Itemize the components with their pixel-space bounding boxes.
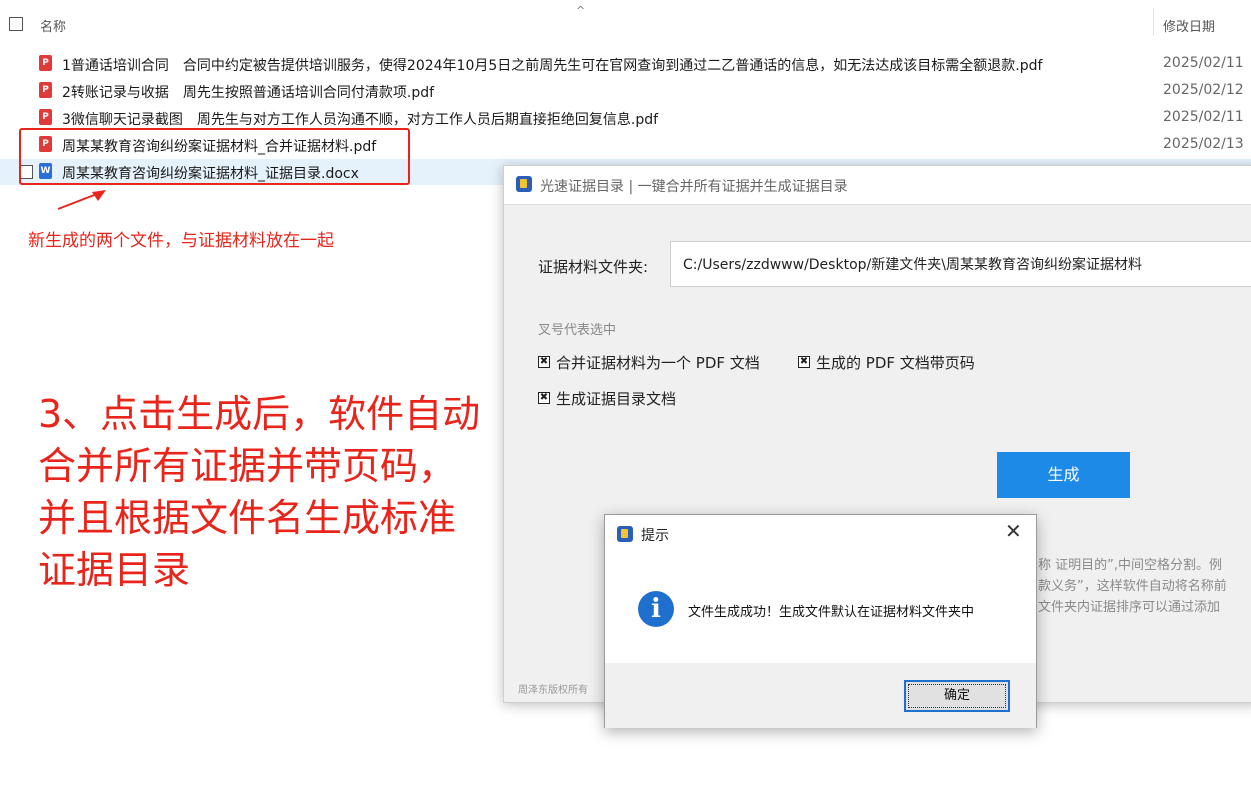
select-all-checkbox[interactable] [9, 17, 23, 31]
pdf-file-icon: P [39, 55, 52, 71]
info-icon: i [638, 591, 674, 627]
file-name: 周某某教育咨询纠纷案证据材料_证据目录.docx [62, 166, 359, 182]
checkbox-checked-icon[interactable]: ✖ [538, 355, 550, 368]
file-row[interactable]: P 1普通话培训合同 合同中约定被告提供培训服务，使得2024年10月5日之前周… [0, 51, 1251, 77]
column-header-date[interactable]: 修改日期 [1163, 16, 1215, 35]
dialog-title: 提示 [641, 528, 669, 544]
option-merge-pdf[interactable]: ✖ 合并证据材料为一个 PDF 文档 [538, 352, 760, 373]
annotation-line: 证据目录 [38, 548, 191, 592]
file-name: 3微信聊天记录截图 周先生与对方工作人员沟通不顺，对方工作人员后期直接拒绝回复信… [62, 112, 659, 128]
checkbox-checked-icon[interactable]: ✖ [798, 355, 810, 368]
app-logo-icon [516, 176, 532, 192]
file-row[interactable]: P 周某某教育咨询纠纷案证据材料_合并证据材料.pdf 2025/02/13 [0, 132, 1251, 158]
checkbox-checked-icon[interactable]: ✖ [538, 391, 550, 404]
hint-label: 叉号代表选中 [538, 323, 617, 338]
column-header-name[interactable]: 名称 [40, 16, 66, 35]
close-icon[interactable]: ✕ [1005, 521, 1022, 541]
instruction-text: 称 证明目的”,中间空格分割。例 [1038, 558, 1222, 573]
row-checkbox[interactable] [19, 165, 33, 179]
generate-button[interactable]: 生成 [997, 452, 1130, 498]
option-evidence-index[interactable]: ✖ 生成证据目录文档 [538, 388, 676, 409]
instruction-text: 款义务”，这样软件自动将名称前 [1038, 579, 1227, 594]
pdf-file-icon: P [39, 82, 52, 98]
file-row[interactable]: P 2转账记录与收据 周先生按照普通话培训合同付清款项.pdf 2025/02/… [0, 78, 1251, 104]
app-titlebar[interactable]: 光速证据目录 | 一键合并所有证据并生成证据目录 [504, 166, 1251, 205]
annotation-line: 3、点击生成后，软件自动 [38, 392, 481, 436]
annotation-small: 新生成的两个文件，与证据材料放在一起 [28, 231, 334, 251]
column-divider[interactable] [1153, 8, 1154, 36]
pdf-file-icon: P [39, 109, 52, 125]
file-date: 2025/02/11 [1163, 109, 1244, 125]
file-date: 2025/02/13 [1163, 136, 1244, 152]
option-label: 生成的 PDF 文档带页码 [816, 354, 975, 372]
file-name: 2转账记录与收据 周先生按照普通话培训合同付清款项.pdf [62, 85, 435, 101]
file-date: 2025/02/12 [1163, 82, 1244, 98]
word-file-icon: W [39, 163, 52, 179]
option-label: 合并证据材料为一个 PDF 文档 [556, 354, 760, 372]
file-name: 周某某教育咨询纠纷案证据材料_合并证据材料.pdf [62, 139, 377, 155]
instruction-text: 文件夹内证据排序可以通过添加 [1038, 600, 1221, 615]
success-dialog: 提示 ✕ i 文件生成成功！生成文件默认在证据材料文件夹中 确定 [604, 514, 1037, 728]
file-row[interactable]: P 3微信聊天记录截图 周先生与对方工作人员沟通不顺，对方工作人员后期直接拒绝回… [0, 105, 1251, 131]
folder-path-input[interactable] [670, 241, 1251, 287]
app-logo-icon [617, 526, 633, 542]
option-label: 生成证据目录文档 [556, 390, 677, 408]
pdf-file-icon: P [39, 136, 52, 152]
annotation-line: 合并所有证据并带页码， [38, 444, 457, 488]
app-title: 光速证据目录 | 一键合并所有证据并生成证据目录 [540, 179, 848, 195]
file-date: 2025/02/11 [1163, 55, 1244, 71]
dialog-message: 文件生成成功！生成文件默认在证据材料文件夹中 [688, 605, 975, 620]
arrow-icon [57, 190, 106, 210]
annotation-big: 3、点击生成后，软件自动 合并所有证据并带页码， 并且根据文件名生成标准 证据目… [38, 388, 508, 596]
annotation-line: 并且根据文件名生成标准 [38, 496, 457, 540]
ok-button[interactable]: 确定 [904, 680, 1010, 712]
sort-up-icon: ^ [576, 4, 586, 17]
option-page-numbers[interactable]: ✖ 生成的 PDF 文档带页码 [798, 352, 975, 373]
file-name: 1普通话培训合同 合同中约定被告提供培训服务，使得2024年10月5日之前周先生… [62, 58, 1043, 74]
copyright-text: 周泽东版权所有 [518, 685, 588, 696]
folder-label: 证据材料文件夹: [538, 258, 649, 276]
